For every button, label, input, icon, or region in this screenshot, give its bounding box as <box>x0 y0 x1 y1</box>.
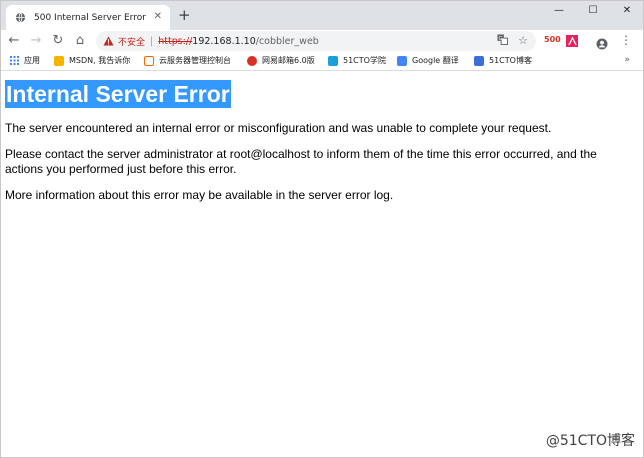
bookmark-label: 51CTO学院 <box>343 56 386 65</box>
browser-window: 500 Internal Server Error ✕ + — ☐ ✕ ← → … <box>0 0 644 458</box>
forward-arrow-icon[interactable]: → <box>28 33 44 49</box>
tab-close-icon[interactable]: ✕ <box>154 11 162 23</box>
bookmark-cloud-console[interactable]: 云服务器管理控制台 <box>144 55 231 66</box>
url-host: 192.168.1.10 <box>192 35 256 47</box>
bookmark-msdn[interactable]: MSDN, 我告诉你 <box>54 55 130 66</box>
bookmark-star-icon[interactable]: ☆ <box>518 34 528 48</box>
reload-icon[interactable]: ↻ <box>50 33 66 49</box>
browser-toolbar: ← → ↻ ⌂ 不安全 | https:// 192.168.1.10 /cob… <box>0 30 644 52</box>
msdn-icon <box>54 55 64 66</box>
51cto-school-icon <box>328 55 338 66</box>
bookmark-label: 云服务器管理控制台 <box>159 56 231 65</box>
profile-avatar-icon[interactable] <box>596 35 608 50</box>
omnibox-actions: G ☆ <box>497 34 528 48</box>
active-tab[interactable]: 500 Internal Server Error ✕ <box>6 5 170 30</box>
window-controls: — ☐ ✕ <box>542 0 644 20</box>
not-secure-label[interactable]: 不安全 <box>118 35 145 48</box>
cloud-console-icon <box>144 55 154 66</box>
bookmark-apps[interactable]: 应用 <box>9 55 40 66</box>
bookmark-label: 网易邮箱6.0版 <box>262 56 315 65</box>
svg-text:G: G <box>499 36 503 42</box>
bookmarks-bar: 应用 MSDN, 我告诉你 云服务器管理控制台 网易邮箱6.0版 51CTO学院… <box>0 52 644 71</box>
bookmark-51cto-blog[interactable]: 51CTO博客 <box>474 55 532 66</box>
bookmark-label: MSDN, 我告诉你 <box>69 56 131 65</box>
address-bar[interactable]: 不安全 | https:// 192.168.1.10 /cobbler_web… <box>96 31 536 51</box>
minimize-icon[interactable]: — <box>542 0 576 20</box>
watermark-text: @51CTO博客 <box>545 433 635 449</box>
netease-mail-icon <box>247 55 257 66</box>
google-translate-icon <box>397 55 407 66</box>
url-path: /cobbler_web <box>255 35 319 47</box>
chrome-menu-icon[interactable]: ⋮ <box>620 33 632 47</box>
url-scheme: https:// <box>158 35 193 47</box>
omnibox-separator: | <box>150 35 154 47</box>
new-tab-icon[interactable]: + <box>178 7 191 23</box>
maximize-icon[interactable]: ☐ <box>576 0 610 20</box>
close-window-icon[interactable]: ✕ <box>610 0 644 20</box>
apps-grid-icon <box>9 56 19 66</box>
bookmark-51cto-school[interactable]: 51CTO学院 <box>328 55 386 66</box>
bookmark-netease-mail[interactable]: 网易邮箱6.0版 <box>247 55 315 66</box>
bookmark-label: Google 翻译 <box>412 56 459 65</box>
page-content: Internal Server Error The server encount… <box>5 80 635 203</box>
bookmark-label: 51CTO博客 <box>489 56 532 65</box>
bookmark-google-translate[interactable]: Google 翻译 <box>397 55 459 66</box>
title-bar: 500 Internal Server Error ✕ + — ☐ ✕ <box>0 0 644 30</box>
more-bookmarks-icon[interactable]: » <box>624 55 630 65</box>
error-log-text: More information about this error may be… <box>5 188 394 202</box>
home-icon[interactable]: ⌂ <box>72 33 88 49</box>
error-heading: Internal Server Error <box>5 80 231 108</box>
globe-icon <box>14 12 26 24</box>
tab-title: 500 Internal Server Error <box>34 12 146 23</box>
pdf-extension-icon[interactable] <box>566 35 578 47</box>
http-status-extension[interactable]: 500 <box>544 35 561 44</box>
bookmark-label: 应用 <box>24 56 40 65</box>
back-arrow-icon[interactable]: ← <box>6 33 22 49</box>
error-description: The server encountered an internal error… <box>5 121 552 135</box>
contact-admin-text: Please contact the server administrator … <box>5 147 597 176</box>
warning-triangle-icon[interactable] <box>102 35 114 47</box>
translate-icon[interactable]: G <box>497 34 509 48</box>
51cto-blog-icon <box>474 55 484 66</box>
